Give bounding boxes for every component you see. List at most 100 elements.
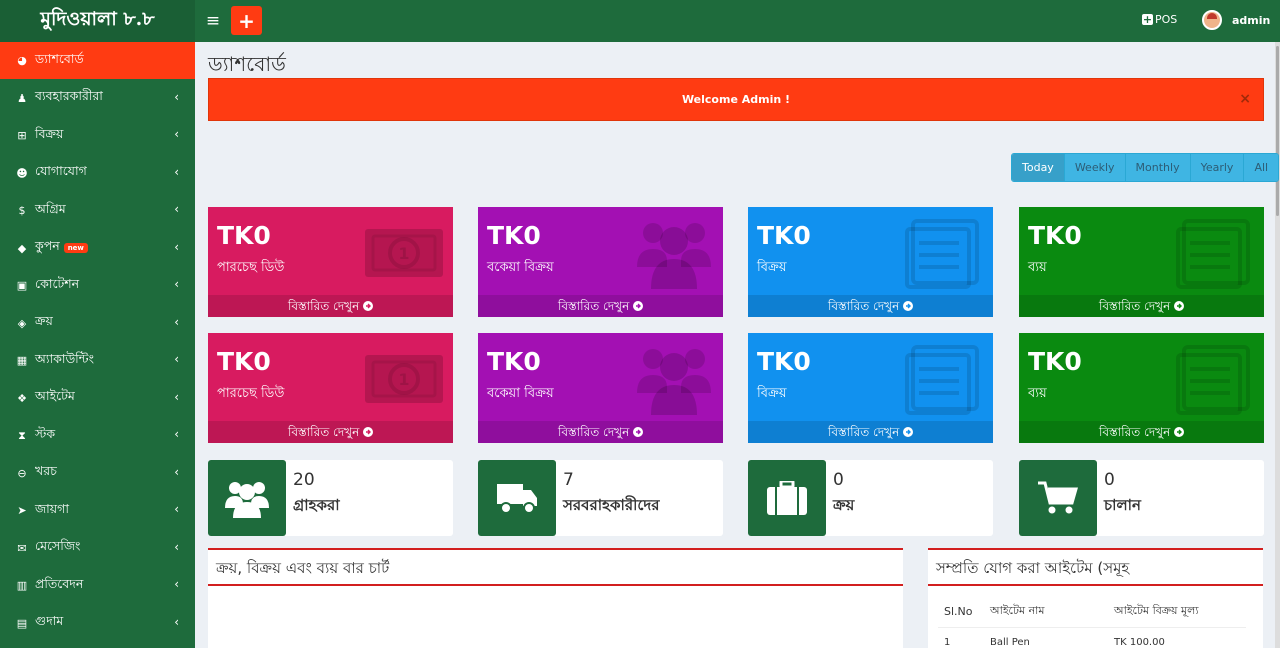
chevron-left-icon: ‹ <box>174 127 179 141</box>
sidebar-item-12[interactable]: ➤ জায়গা ‹ <box>0 492 195 529</box>
scrollbar-thumb[interactable] <box>1276 46 1279 216</box>
range-yearly-button[interactable]: Yearly <box>1190 154 1245 181</box>
range-today-button[interactable]: Today <box>1012 154 1065 181</box>
details-link-label: বিস্তারিত দেখুন <box>287 299 360 313</box>
table-cell: TK 100.00 <box>1114 637 1165 648</box>
details-link-label: বিস্তারিত দেখুন <box>827 299 900 313</box>
pos-link[interactable]: + POS <box>1142 13 1177 26</box>
sidebar-item-8[interactable]: ▦ অ্যাকাউন্টিং ‹ <box>0 342 195 379</box>
sidebar-item-3[interactable]: ☻ যোগাযোগ ‹ <box>0 155 195 192</box>
list-alt-icon <box>1174 343 1256 415</box>
chevron-left-icon: ‹ <box>174 202 179 216</box>
range-monthly-button[interactable]: Monthly <box>1125 154 1191 181</box>
details-link[interactable]: বিস্তারিত দেখুন <box>208 295 453 317</box>
info-box: 0 ক্রয় <box>748 460 993 536</box>
info-box: 20 গ্রাহকরা <box>208 460 453 536</box>
details-link[interactable]: বিস্তারিত দেখুন <box>1019 421 1264 443</box>
details-link[interactable]: বিস্তারিত দেখুন <box>748 421 993 443</box>
sidebar-item-7[interactable]: ◈ ক্রয় ‹ <box>0 305 195 342</box>
sidebar-item-15[interactable]: ▤ গুদাম ‹ <box>0 605 195 642</box>
info-box: 7 সরবরাহকারীদের <box>478 460 723 536</box>
chevron-left-icon: ‹ <box>174 239 179 254</box>
sidebar-item-9[interactable]: ❖ আইটেম ‹ <box>0 380 195 417</box>
details-link[interactable]: বিস্তারিত দেখুন <box>208 421 453 443</box>
details-link[interactable]: বিস্তারিত দেখুন <box>748 295 993 317</box>
svg-text:1: 1 <box>398 370 409 389</box>
sidebar-item-label: প্রতিবেদন <box>35 575 84 591</box>
sidebar-item-14[interactable]: ▥ প্রতিবেদন ‹ <box>0 567 195 604</box>
users-icon: ♟ <box>17 91 27 105</box>
sidebar-item-11[interactable]: ⊖ খরচ ‹ <box>0 455 195 492</box>
dollar-icon: $ <box>18 204 26 217</box>
user-name: admin <box>1232 13 1271 27</box>
users-icon <box>633 343 715 415</box>
column-header: Sl.No <box>944 605 973 618</box>
chevron-left-icon: ‹ <box>174 314 179 329</box>
stat-box: TK0 বকেয়া বিক্রয় বিস্তারিত দেখুন <box>478 333 723 443</box>
stat-box: TK0 বিক্রয় বিস্তারিত দেখুন <box>748 333 993 443</box>
sidebar-item-2[interactable]: ⊞ বিক্রয় ‹ <box>0 117 195 154</box>
sidebar: ◕ ড্যাশবোর্ড ♟ ব্যবহারকারীরা ‹ ⊞ বিক্রয় ‹ ☻ যোগা… <box>0 42 195 648</box>
sidebar-item-0[interactable]: ◕ ড্যাশবোর্ড <box>0 42 195 79</box>
sidebar-item-label: গুদাম <box>35 613 64 628</box>
sidebar-item-label: ড্যাশবোর্ড <box>35 50 84 66</box>
stat-box: 1 TK0 পারচেছ ডিউ বিস্তারিত দেখুন <box>208 333 453 443</box>
sidebar-item-5[interactable]: ◆ কুপন new ‹ <box>0 230 195 267</box>
info-number: 20 <box>293 470 315 490</box>
stat-value: TK0 <box>1028 347 1082 376</box>
chart-panel: ক্রয়, বিক্রয় এবং ব্যয় বার চার্ট <box>208 548 903 648</box>
details-link-label: বিস্তারিত দেখুন <box>287 425 360 439</box>
info-number: 7 <box>563 470 574 490</box>
sidebar-item-label: অ্যাকাউন্টিং <box>35 350 94 366</box>
details-link[interactable]: বিস্তারিত দেখুন <box>478 295 723 317</box>
column-header: আইটেম বিক্রয় মূল্য <box>1114 604 1199 617</box>
user-menu[interactable]: admin <box>1202 10 1270 30</box>
stat-label: পারচেছ ডিউ <box>217 386 285 401</box>
sidebar-item-10[interactable]: ⧗ স্টক ‹ <box>0 417 195 454</box>
range-weekly-button[interactable]: Weekly <box>1064 154 1126 181</box>
sidebar-item-1[interactable]: ♟ ব্যবহারকারীরা ‹ <box>0 80 195 117</box>
sidebar-item-label: খরচ <box>35 463 57 478</box>
table-header-row: Sl.No আইটেম নাম আইটেম বিক্রয় মূল্য <box>938 596 1246 628</box>
minus-circle-icon: ⊖ <box>17 466 27 480</box>
list-alt-icon <box>903 343 985 415</box>
info-label: ক্রয় <box>833 496 855 514</box>
range-all-button[interactable]: All <box>1244 154 1279 181</box>
quick-add-button[interactable]: + <box>231 6 262 35</box>
stat-label: বিক্রয় <box>757 386 787 401</box>
chevron-left-icon: ‹ <box>174 352 179 366</box>
arrow-circle-right-icon <box>899 425 914 439</box>
arrow-circle-right-icon <box>629 425 644 439</box>
table-cell: Ball Pen <box>990 637 1030 648</box>
sidebar-item-6[interactable]: ▣ কোটেশন ‹ <box>0 267 195 304</box>
customers-icon <box>208 460 286 536</box>
sidebar-item-4[interactable]: $ অগ্রিম ‹ <box>0 192 195 229</box>
cubes-icon: ❖ <box>17 391 27 405</box>
bar-chart-icon: ▥ <box>16 579 28 592</box>
info-label: সরবরাহকারীদের <box>563 496 660 514</box>
column-header: আইটেম নাম <box>990 604 1045 617</box>
details-link-label: বিস্তারিত দেখুন <box>827 425 900 439</box>
chart-panel-title: ক্রয়, বিক্রয় এবং ব্যয় বার চার্ট <box>208 550 903 586</box>
cube-icon: ◈ <box>17 316 27 330</box>
chevron-left-icon: ‹ <box>174 277 179 291</box>
chevron-left-icon: ‹ <box>174 389 179 404</box>
top-navbar: মুদিওয়ালা ৮.৮ ≡ + + POS admin <box>0 0 1280 42</box>
close-icon[interactable]: × <box>1239 91 1251 107</box>
arrow-circle-right-icon <box>359 299 374 313</box>
hamburger-icon[interactable]: ≡ <box>204 10 222 32</box>
app-logo[interactable]: মুদিওয়ালা ৮.৮ <box>0 0 195 42</box>
stat-box: TK0 বকেয়া বিক্রয় বিস্তারিত দেখুন <box>478 207 723 317</box>
recent-items-table: Sl.No আইটেম নাম আইটেম বিক্রয় মূল্য 1 Ball P… <box>938 596 1246 648</box>
details-link[interactable]: বিস্তারিত দেখুন <box>478 421 723 443</box>
arrow-circle-right-icon <box>629 299 644 313</box>
arrow-circle-right-icon <box>359 425 374 439</box>
details-link[interactable]: বিস্তারিত দেখুন <box>1019 295 1264 317</box>
envelope-icon: ✉ <box>17 541 27 555</box>
list-alt-icon <box>1174 217 1256 289</box>
hourglass-icon: ⧗ <box>18 428 26 442</box>
stat-box: TK0 বিক্রয় বিস্তারিত দেখুন <box>748 207 993 317</box>
sidebar-item-13[interactable]: ✉ মেসেজিং ‹ <box>0 530 195 567</box>
details-link-label: বিস্তারিত দেখুন <box>1098 425 1171 439</box>
location-arrow-icon: ➤ <box>17 504 27 517</box>
